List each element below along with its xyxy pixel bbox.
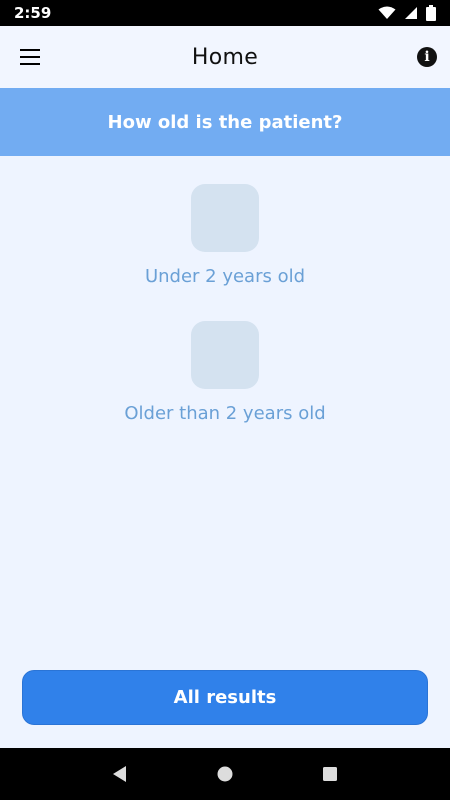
- recents-icon[interactable]: [318, 762, 342, 786]
- option-tile[interactable]: [191, 321, 259, 389]
- status-icons: [378, 5, 436, 21]
- signal-icon: [405, 7, 417, 19]
- info-icon[interactable]: i: [417, 47, 437, 67]
- wifi-icon: [378, 6, 396, 19]
- question-banner: How old is the patient?: [0, 88, 450, 156]
- option-tile[interactable]: [191, 184, 259, 252]
- option-label[interactable]: Under 2 years old: [145, 266, 305, 287]
- battery-icon: [426, 5, 436, 21]
- question-text: How old is the patient?: [107, 111, 343, 133]
- navigation-bar: [0, 748, 450, 800]
- menu-icon[interactable]: [20, 49, 40, 65]
- status-bar: 2:59: [0, 0, 450, 26]
- home-icon[interactable]: [213, 762, 237, 786]
- status-time: 2:59: [14, 4, 52, 22]
- page-title: Home: [191, 44, 259, 70]
- all-results-button[interactable]: All results: [22, 670, 428, 725]
- info-glyph: i: [424, 49, 430, 65]
- back-icon[interactable]: [108, 762, 132, 786]
- all-results-label: All results: [173, 687, 277, 708]
- option-older-than-2[interactable]: Older than 2 years old: [0, 321, 450, 424]
- option-label[interactable]: Older than 2 years old: [124, 403, 325, 424]
- app-bar: Home i: [0, 26, 450, 88]
- option-under-2[interactable]: Under 2 years old: [0, 184, 450, 287]
